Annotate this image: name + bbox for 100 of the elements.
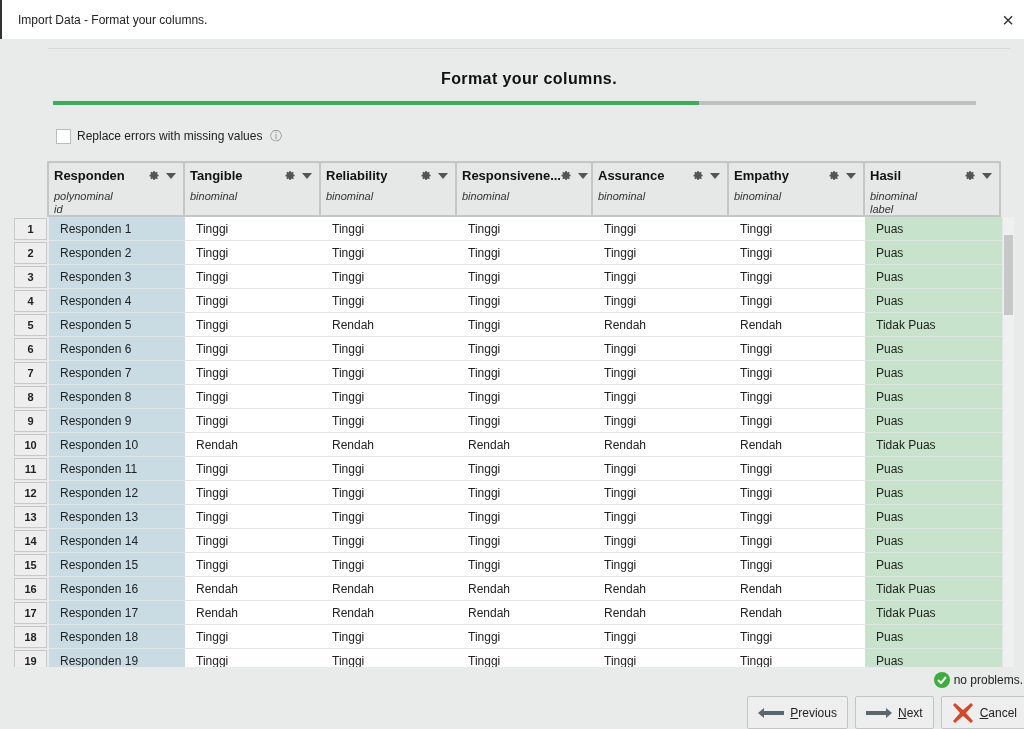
table-cell: Tinggi	[593, 361, 731, 385]
table-cell: Responden 6	[49, 337, 187, 361]
column-header[interactable]: Responsivene... binominal	[455, 161, 593, 217]
table-cell: Tinggi	[321, 337, 459, 361]
table-cell: Tinggi	[185, 265, 323, 289]
gear-icon[interactable]	[421, 170, 432, 182]
table-cell: Tinggi	[729, 649, 867, 667]
column-header[interactable]: Tangible binominal	[183, 161, 321, 217]
gear-icon[interactable]	[285, 170, 296, 182]
table-cell: Tidak Puas	[865, 313, 1003, 337]
table-cell: Responden 16	[49, 577, 187, 601]
table-cell: Tinggi	[593, 289, 731, 313]
caret-icon[interactable]	[710, 172, 720, 179]
column-header[interactable]: Hasil binominal label	[863, 161, 1001, 217]
gear-icon[interactable]	[693, 170, 704, 182]
table-cell: Tinggi	[185, 361, 323, 385]
cross-icon	[951, 701, 974, 724]
table-cell: Tinggi	[729, 337, 867, 361]
table-cell: Tinggi	[593, 337, 731, 361]
table-cell: Puas	[865, 553, 1003, 577]
table-cell: Tinggi	[457, 409, 595, 433]
table-cell: Tinggi	[321, 553, 459, 577]
column-header[interactable]: Empathy binominal	[727, 161, 865, 217]
table-cell: Tinggi	[321, 481, 459, 505]
row-number: 17	[14, 602, 47, 624]
previous-button[interactable]: Previous	[747, 696, 848, 729]
table-cell: Rendah	[321, 433, 459, 457]
column-name: Responden	[54, 167, 125, 185]
column-type: binominal	[870, 189, 919, 203]
table-cell: Rendah	[593, 313, 731, 337]
page-heading: Format your columns.	[441, 69, 617, 89]
gear-icon[interactable]	[149, 170, 160, 182]
table-cell: Responden 15	[49, 553, 187, 577]
row-number: 1	[14, 218, 47, 240]
table-cell: Puas	[865, 457, 1003, 481]
table-cell: Rendah	[593, 601, 731, 625]
column-role: id	[54, 202, 64, 216]
table-cell: Tinggi	[457, 481, 595, 505]
table-cell: Tinggi	[729, 505, 867, 529]
table-cell: Responden 3	[49, 265, 187, 289]
table-cell: Tinggi	[457, 241, 595, 265]
column-name: Empathy	[734, 167, 789, 185]
table-cell: Rendah	[729, 313, 867, 337]
table-cell: Puas	[865, 649, 1003, 667]
gear-icon[interactable]	[829, 170, 840, 182]
table-cell: Rendah	[457, 433, 595, 457]
table-cell: Rendah	[457, 577, 595, 601]
checkbox-label[interactable]: Replace errors with missing values	[77, 127, 263, 145]
column-header[interactable]: Reliability binominal	[319, 161, 457, 217]
table-cell: Tinggi	[321, 265, 459, 289]
table-cell: Tinggi	[593, 625, 731, 649]
table-cell: Rendah	[729, 433, 867, 457]
table-cell: Tinggi	[185, 649, 323, 667]
table-cell: Tinggi	[321, 289, 459, 313]
column-name: Tangible	[190, 167, 243, 185]
column-header[interactable]: Assurance binominal	[591, 161, 729, 217]
caret-icon[interactable]	[982, 172, 992, 179]
row-number: 8	[14, 386, 47, 408]
column-type: polynominal	[54, 189, 114, 203]
table-cell: Tinggi	[185, 241, 323, 265]
status-text: no problems.	[953, 672, 1023, 689]
table-cell: Rendah	[729, 577, 867, 601]
table-cell: Tinggi	[593, 409, 731, 433]
table-cell: Puas	[865, 481, 1003, 505]
caret-icon[interactable]	[438, 172, 448, 179]
table-cell: Tinggi	[457, 529, 595, 553]
table-cell: Tinggi	[321, 529, 459, 553]
column-name: Responsivene...	[462, 167, 561, 185]
gear-icon[interactable]	[561, 170, 572, 182]
table-cell: Responden 8	[49, 385, 187, 409]
caret-icon[interactable]	[846, 172, 856, 179]
gear-icon[interactable]	[965, 170, 976, 182]
table-cell: Tinggi	[593, 457, 731, 481]
caret-icon[interactable]	[166, 172, 176, 179]
table-cell: Tinggi	[457, 625, 595, 649]
caret-icon[interactable]	[578, 172, 588, 179]
column-name: Hasil	[870, 167, 902, 185]
next-button[interactable]: Next	[854, 696, 934, 729]
table-cell: Rendah	[321, 577, 459, 601]
table-cell: Puas	[865, 625, 1003, 649]
table-cell: Tinggi	[457, 505, 595, 529]
table-cell: Tinggi	[457, 217, 595, 241]
scrollbar[interactable]	[1003, 217, 1014, 667]
table-cell: Tinggi	[593, 265, 731, 289]
row-number: 5	[14, 314, 47, 336]
caret-icon[interactable]	[302, 172, 312, 179]
column-header[interactable]: Responden polynominal id	[47, 161, 185, 217]
checkbox[interactable]	[56, 128, 71, 144]
table-cell: Tinggi	[593, 529, 731, 553]
row-number: 10	[14, 434, 47, 456]
close-button[interactable]: ×	[998, 9, 1018, 30]
table-cell: Tinggi	[185, 409, 323, 433]
column-type: binominal	[734, 189, 783, 203]
table-cell: Tinggi	[185, 505, 323, 529]
cancel-button[interactable]: Cancel	[940, 696, 1024, 729]
table-cell: Puas	[865, 337, 1003, 361]
table-cell: Responden 13	[49, 505, 187, 529]
table-cell: Tidak Puas	[865, 601, 1003, 625]
row-number: 15	[14, 554, 47, 576]
table-cell: Tinggi	[593, 241, 731, 265]
